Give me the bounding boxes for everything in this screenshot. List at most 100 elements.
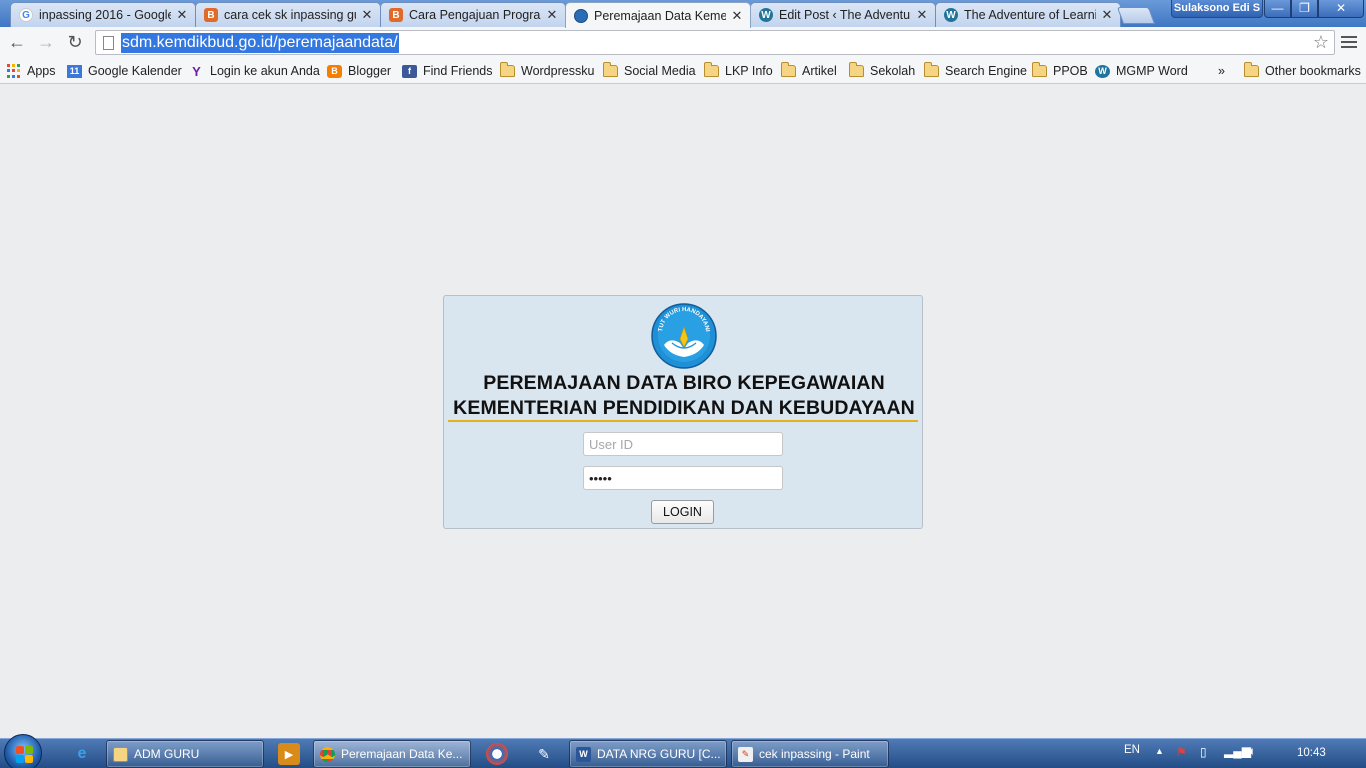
close-icon[interactable]: ✕ bbox=[545, 7, 559, 23]
reload-icon[interactable]: ↻ bbox=[64, 31, 86, 53]
language-indicator[interactable]: EN bbox=[1124, 744, 1140, 756]
address-bar[interactable]: sdm.kemdikbud.go.id/peremajaandata/ ☆ bbox=[95, 30, 1335, 55]
media-player-icon[interactable]: ▶ bbox=[278, 743, 300, 765]
tab-google-search[interactable]: G inpassing 2016 - Google ✕ bbox=[10, 2, 196, 27]
user-id-input[interactable] bbox=[583, 432, 783, 456]
internet-explorer-icon[interactable]: e bbox=[71, 743, 93, 765]
bookmark-label: Find Friends bbox=[423, 64, 493, 78]
bookmark-folder-search-engine[interactable]: Search Engine bbox=[924, 62, 1027, 80]
close-window-button[interactable]: ✕ bbox=[1318, 0, 1364, 18]
back-arrow-icon[interactable]: ← bbox=[6, 31, 28, 53]
tab-cara-cek-sk[interactable]: B cara cek sk inpassing gu ✕ bbox=[195, 2, 381, 27]
chrome-menu-icon[interactable] bbox=[1340, 33, 1358, 51]
bookmark-login-akun[interactable]: Y Login ke akun Anda bbox=[189, 62, 320, 80]
url-text[interactable]: sdm.kemdikbud.go.id/peremajaandata/ bbox=[121, 33, 399, 53]
bookmark-folder-sekolah[interactable]: Sekolah bbox=[849, 62, 915, 80]
taskbar-word-data-nrg[interactable]: W DATA NRG GURU [C... bbox=[569, 740, 727, 768]
folder-icon bbox=[924, 62, 939, 77]
bookmark-folder-social-media[interactable]: Social Media bbox=[603, 62, 696, 80]
show-hidden-icons-icon[interactable]: ▲ bbox=[1155, 746, 1164, 756]
facebook-icon: f bbox=[402, 64, 417, 78]
bookmarks-overflow-button[interactable]: » bbox=[1218, 62, 1225, 80]
bookmark-find-friends[interactable]: f Find Friends bbox=[402, 62, 492, 80]
system-clock[interactable]: 10:43 bbox=[1297, 747, 1326, 759]
bookmark-folder-wordpressku[interactable]: Wordpressku bbox=[500, 62, 594, 80]
task-label: DATA NRG GURU [C... bbox=[597, 747, 721, 761]
minimize-button[interactable]: — bbox=[1264, 0, 1291, 18]
wordpress-icon: W bbox=[759, 8, 773, 22]
chrome-icon bbox=[320, 746, 335, 762]
notepad-pen-icon[interactable]: ✎ bbox=[533, 743, 555, 765]
bookmark-label: Artikel bbox=[802, 64, 837, 78]
close-icon[interactable]: ✕ bbox=[360, 7, 374, 23]
taskbar-adm-guru[interactable]: ADM GURU bbox=[106, 740, 264, 768]
taskbar-chrome-peremajaan[interactable]: Peremajaan Data Ke... bbox=[313, 740, 471, 768]
folder-icon bbox=[704, 62, 719, 77]
bookmark-label: Login ke akun Anda bbox=[210, 64, 320, 78]
taskbar-paint-cek-inpassing[interactable]: ✎ cek inpassing - Paint bbox=[731, 740, 889, 768]
page-title-line-2: KEMENTERIAN PENDIDIKAN DAN KEBUDAYAAN bbox=[453, 397, 915, 419]
tab-cara-pengajuan[interactable]: B Cara Pengajuan Program ✕ bbox=[380, 2, 566, 27]
bookmark-star-icon[interactable]: ☆ bbox=[1313, 31, 1329, 54]
network-signal-icon[interactable]: ▂▄▆ bbox=[1224, 744, 1251, 758]
app-swirl-icon[interactable] bbox=[486, 743, 508, 765]
tab-title: The Adventure of Learni bbox=[964, 8, 1096, 22]
bookmark-folder-artikel[interactable]: Artikel bbox=[781, 62, 837, 80]
tab-title: Cara Pengajuan Program bbox=[409, 8, 541, 22]
close-icon[interactable]: ✕ bbox=[1100, 7, 1114, 23]
google-icon: G bbox=[19, 8, 33, 22]
wordpress-icon: W bbox=[1095, 64, 1110, 78]
calendar-icon: 11 bbox=[67, 64, 82, 78]
folder-icon bbox=[113, 746, 128, 762]
paint-icon: ✎ bbox=[738, 746, 753, 762]
close-icon[interactable]: ✕ bbox=[915, 7, 929, 23]
bookmark-label: Google Kalender bbox=[88, 64, 182, 78]
new-tab-button[interactable] bbox=[1116, 7, 1156, 24]
folder-icon bbox=[1032, 62, 1047, 77]
tab-adventure-of-learning[interactable]: W The Adventure of Learni ✕ bbox=[935, 2, 1121, 27]
task-label: cek inpassing - Paint bbox=[759, 747, 870, 761]
action-center-icon[interactable]: ⚑ bbox=[1176, 745, 1187, 759]
bookmark-folder-ppob[interactable]: PPOB bbox=[1032, 62, 1088, 80]
bookmark-mgmp-word[interactable]: W MGMP Word bbox=[1095, 62, 1188, 80]
bookmark-google-kalender[interactable]: 11 Google Kalender bbox=[67, 62, 182, 80]
title-underline bbox=[448, 420, 918, 422]
bookmark-label: Apps bbox=[27, 64, 56, 78]
login-button[interactable]: LOGIN bbox=[651, 500, 714, 524]
tab-title: inpassing 2016 - Google bbox=[39, 8, 171, 22]
wordpress-icon: W bbox=[944, 8, 958, 22]
bookmark-label: Wordpressku bbox=[521, 64, 595, 78]
bookmark-apps[interactable]: Apps bbox=[7, 62, 56, 80]
apps-grid-icon bbox=[7, 64, 21, 78]
profile-button[interactable]: Sulaksono Edi S bbox=[1171, 0, 1263, 18]
maximize-button[interactable]: ❐ bbox=[1291, 0, 1318, 18]
forward-arrow-icon[interactable]: → bbox=[35, 31, 57, 53]
bookmark-label: Other bookmarks bbox=[1265, 64, 1361, 78]
battery-icon[interactable]: ▯ bbox=[1200, 745, 1207, 759]
bookmark-blogger[interactable]: B Blogger bbox=[327, 62, 391, 80]
close-icon[interactable]: ✕ bbox=[175, 7, 189, 23]
blogger-favicon-icon: B bbox=[389, 8, 403, 22]
bookmarks-bar: Apps 11 Google Kalender Y Login ke akun … bbox=[0, 58, 1366, 84]
password-input[interactable] bbox=[583, 466, 783, 490]
bookmark-other-bookmarks[interactable]: Other bookmarks bbox=[1244, 62, 1361, 80]
folder-icon bbox=[781, 62, 796, 77]
word-icon: W bbox=[576, 746, 591, 762]
tab-edit-post[interactable]: W Edit Post ‹ The Adventur ✕ bbox=[750, 2, 936, 27]
close-icon[interactable]: ✕ bbox=[730, 8, 744, 24]
bookmark-label: Sekolah bbox=[870, 64, 916, 78]
tab-title: Peremajaan Data Kemen bbox=[594, 8, 726, 23]
bookmark-folder-lkp-info[interactable]: LKP Info bbox=[704, 62, 773, 80]
bookmark-label: Search Engine bbox=[945, 64, 1028, 78]
tab-peremajaan-data[interactable]: Peremajaan Data Kemen ✕ bbox=[565, 2, 751, 28]
bookmark-label: PPOB bbox=[1053, 64, 1088, 78]
tab-title: Edit Post ‹ The Adventur bbox=[779, 8, 911, 22]
tab-strip: G inpassing 2016 - Google ✕ B cara cek s… bbox=[0, 0, 1366, 28]
folder-icon bbox=[849, 62, 864, 77]
task-label: ADM GURU bbox=[134, 747, 200, 761]
volume-icon[interactable]: 🔈︎ bbox=[1249, 744, 1256, 759]
bookmark-label: MGMP Word bbox=[1116, 64, 1188, 78]
start-button[interactable] bbox=[4, 734, 42, 768]
windows-taskbar: e ADM GURU ▶ Peremajaan Data Ke... ✎ W D… bbox=[0, 734, 1366, 768]
folder-icon bbox=[1244, 62, 1259, 77]
